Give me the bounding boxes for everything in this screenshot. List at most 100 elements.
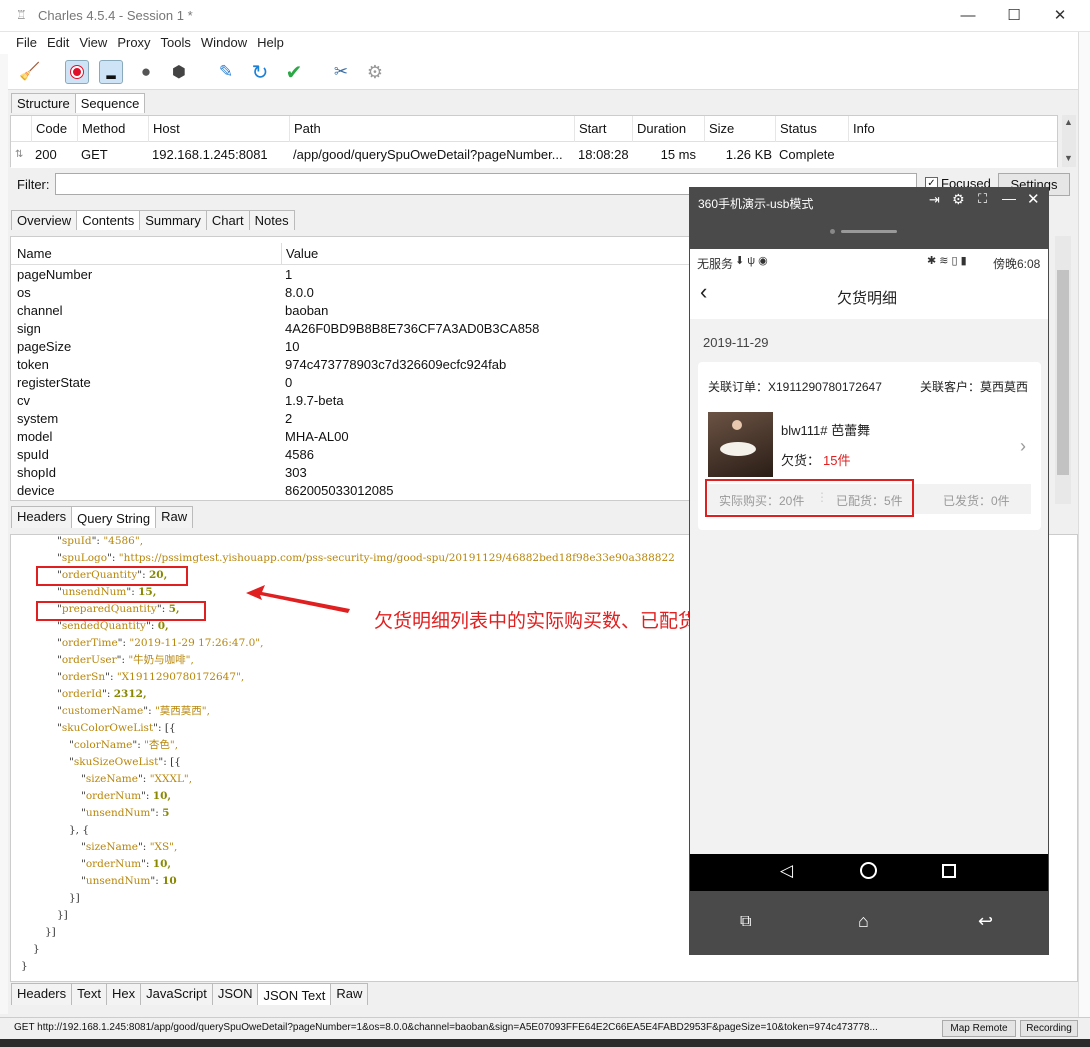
kv-scrollbar[interactable] <box>1055 236 1071 504</box>
order-card[interactable]: 关联订单：X1911290780172647 关联客户：莫西莫西 blw111#… <box>698 362 1041 530</box>
col-info[interactable]: Info <box>848 116 1057 142</box>
table-row[interactable]: channel baoban <box>11 302 689 320</box>
col-value[interactable]: Value <box>281 243 318 265</box>
tab-javascript[interactable]: JavaScript <box>140 983 213 1005</box>
json-value: "杏色", <box>144 739 179 751</box>
minimize-icon[interactable]: — <box>1002 190 1016 206</box>
back-icon[interactable]: ‹ <box>700 281 707 303</box>
recording-button[interactable]: Recording <box>1020 1020 1078 1037</box>
multitask-icon[interactable]: ⧉ <box>740 913 751 931</box>
menu-window[interactable]: Window <box>196 32 252 50</box>
json-line: "orderTime": "2019-11-29 17:26:47.0", <box>57 637 264 649</box>
col-host[interactable]: Host <box>148 116 289 142</box>
table-row[interactable]: cv 1.9.7-beta <box>11 392 689 410</box>
tab-resp-headers[interactable]: Headers <box>11 983 73 1005</box>
col-path[interactable]: Path <box>289 116 574 142</box>
json-value: 15, <box>138 586 157 598</box>
refresh-icon[interactable]: ↻ <box>248 60 272 84</box>
menu-tools[interactable]: Tools <box>156 32 196 50</box>
col-duration[interactable]: Duration <box>632 116 704 142</box>
scroll-thumb[interactable] <box>1057 270 1069 475</box>
table-row[interactable]: spuId 4586 <box>11 446 689 464</box>
minimize-icon[interactable]: — <box>948 4 988 28</box>
table-row[interactable]: shopId 303 <box>11 464 689 482</box>
menu-proxy[interactable]: Proxy <box>112 32 155 50</box>
tab-structure[interactable]: Structure <box>11 93 76 113</box>
menu-edit[interactable]: Edit <box>42 32 74 50</box>
table-row[interactable]: token 974c473778903c7d326609ecfc924fab <box>11 356 689 374</box>
cell-status: Complete <box>779 147 835 162</box>
table-row[interactable]: system 2 <box>11 410 689 428</box>
tab-sequence[interactable]: Sequence <box>74 93 146 113</box>
table-row[interactable]: sign 4A26F0BD9B8B8E736CF7A3AD0B3CA858 <box>11 320 689 338</box>
sequence-scrollbar[interactable]: ▲ ▼ <box>1062 115 1076 167</box>
tab-contents[interactable]: Contents <box>76 210 141 230</box>
settings-icon[interactable]: ⚙ <box>952 191 965 208</box>
col-name[interactable]: Name <box>17 243 52 265</box>
col-size[interactable]: Size <box>704 116 775 142</box>
tab-overview[interactable]: Overview <box>11 210 78 230</box>
param-name: shopId <box>17 465 57 480</box>
json-line: }] <box>45 924 56 941</box>
menu-view[interactable]: View <box>74 32 112 50</box>
col-method[interactable]: Method <box>77 116 148 142</box>
nav-recent-icon[interactable] <box>942 864 956 878</box>
chevron-down-icon[interactable]: ▼ <box>1064 153 1073 163</box>
col-status[interactable]: Status <box>775 116 848 142</box>
throttle-icon[interactable]: ▂ <box>99 60 123 84</box>
stop-icon[interactable]: ⬢ <box>167 60 191 84</box>
gear-icon[interactable]: ⚙ <box>363 60 387 84</box>
maximize-icon[interactable]: ☐ <box>994 4 1034 28</box>
tab-json[interactable]: JSON <box>211 983 259 1005</box>
turtle-icon[interactable]: ● <box>134 60 158 84</box>
tab-chart[interactable]: Chart <box>205 210 250 230</box>
highlight-quantities <box>705 479 914 517</box>
tab-summary[interactable]: Summary <box>139 210 207 230</box>
tab-json-text[interactable]: JSON Text <box>257 983 332 1005</box>
nav-back-icon[interactable]: ◁ <box>780 861 793 881</box>
window-title: Charles 4.5.4 - Session 1 * <box>38 8 193 23</box>
tools-icon[interactable]: ✂ <box>329 60 353 84</box>
home-icon[interactable]: ⌂ <box>858 911 869 932</box>
json-line: }, { <box>69 822 89 839</box>
tab-query-string[interactable]: Query String <box>71 506 157 528</box>
table-row[interactable]: pageSize 10 <box>11 338 689 356</box>
chevron-up-icon[interactable]: ▲ <box>1064 117 1073 127</box>
json-key: sizeName <box>85 773 138 785</box>
table-row[interactable]: os 8.0.0 <box>11 284 689 302</box>
col-start[interactable]: Start <box>574 116 632 142</box>
pin-icon[interactable]: ⇥ <box>929 192 940 208</box>
tab-notes[interactable]: Notes <box>248 210 295 230</box>
chevron-right-icon[interactable]: › <box>1020 436 1026 457</box>
tab-req-raw[interactable]: Raw <box>155 506 194 528</box>
tab-resp-raw[interactable]: Raw <box>330 983 369 1005</box>
json-line: "orderUser": "牛奶与咖啡", <box>57 654 194 666</box>
table-row[interactable]: ⇅ 200 GET 192.168.1.245:8081 /app/good/q… <box>11 142 1057 168</box>
col-code[interactable]: Code <box>31 116 77 142</box>
table-row[interactable]: device 862005033012085 <box>11 482 689 500</box>
tab-req-headers[interactable]: Headers <box>11 506 73 528</box>
menu-help[interactable]: Help <box>252 32 289 50</box>
menu-file[interactable]: File <box>11 32 42 50</box>
param-value: 862005033012085 <box>285 483 394 498</box>
record-icon[interactable] <box>65 60 89 84</box>
table-row[interactable]: model MHA-AL00 <box>11 428 689 446</box>
check-icon[interactable]: ✔ <box>282 60 306 84</box>
map-remote-button[interactable]: Map Remote <box>942 1020 1016 1037</box>
broom-icon[interactable]: 🧹 <box>18 60 42 84</box>
close-icon[interactable]: ✕ <box>1040 4 1080 28</box>
tab-text[interactable]: Text <box>71 983 107 1005</box>
tab-hex[interactable]: Hex <box>105 983 142 1005</box>
json-key: sendedQuantity <box>61 620 146 632</box>
json-line: "sizeName": "XS", <box>81 841 178 853</box>
param-name: pageNumber <box>17 267 93 282</box>
fullscreen-icon[interactable]: ⛶ <box>978 191 987 207</box>
nav-home-icon[interactable] <box>860 862 877 879</box>
table-row[interactable]: registerState 0 <box>11 374 689 392</box>
return-icon[interactable]: ↩ <box>978 911 993 932</box>
pen-icon[interactable]: ✎ <box>214 60 238 84</box>
table-row[interactable]: pageNumber 1 <box>11 266 689 284</box>
json-line: }] <box>69 890 80 907</box>
close-icon[interactable]: ✕ <box>1027 190 1040 208</box>
detail-tabs: Overview Contents Summary Chart Notes <box>11 210 295 230</box>
